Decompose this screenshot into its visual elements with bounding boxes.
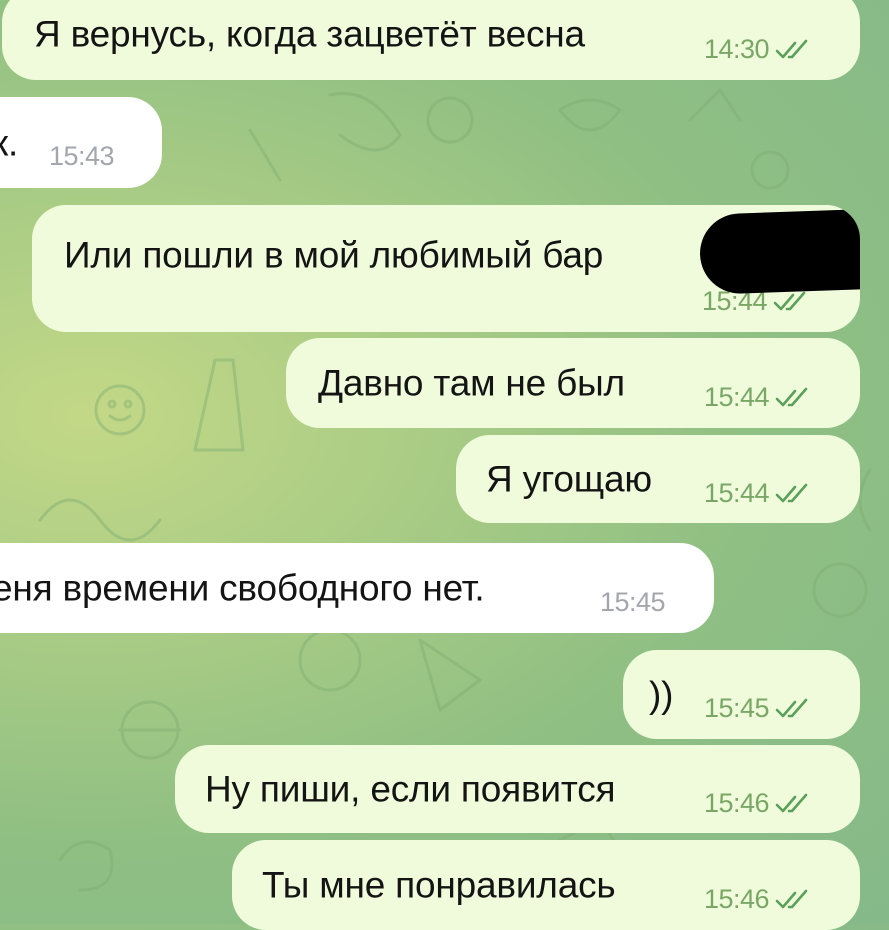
message-text: Давно там не был: [318, 362, 625, 404]
message-time: 15:44: [704, 478, 770, 508]
message-text: Я вернусь, когда зацветёт весна: [34, 13, 585, 55]
message-time: 14:30: [704, 34, 770, 64]
message-time: 15:45: [600, 587, 666, 617]
message-text: )): [649, 674, 674, 715]
message-text: к.: [0, 122, 19, 163]
message-meta: 15:45: [600, 587, 666, 617]
double-check-icon: [773, 291, 811, 313]
message-meta: 15:45: [704, 695, 813, 722]
message-bubble-outgoing[interactable]: Я угощаю 15:44: [456, 435, 860, 523]
message-time: 15:46: [704, 788, 770, 818]
message-time: 15:46: [704, 884, 770, 914]
message-list[interactable]: Я вернусь, когда зацветёт весна 14:30 к.…: [0, 0, 889, 930]
redaction-mark: [698, 207, 860, 295]
message-bubble-outgoing[interactable]: )) 15:45: [623, 650, 860, 739]
message-time: 15:43: [49, 141, 115, 171]
message-text: Я угощаю: [486, 458, 652, 500]
message-bubble-incoming[interactable]: к. 15:43: [0, 97, 162, 188]
message-bubble-outgoing[interactable]: Я вернусь, когда зацветёт весна 14:30: [2, 0, 860, 80]
message-text: Ты мне понравилась: [262, 864, 616, 906]
message-bubble-outgoing[interactable]: Ну пиши, если появится 15:46: [175, 745, 860, 833]
message-time: 15:45: [704, 693, 770, 723]
message-meta: 15:46: [704, 886, 813, 913]
double-check-icon: [775, 483, 813, 505]
message-meta: 15:44: [704, 480, 813, 507]
double-check-icon: [775, 39, 813, 61]
double-check-icon: [775, 889, 813, 911]
message-meta: 15:43: [49, 141, 115, 171]
message-text: еня времени свободного нет.: [0, 567, 485, 609]
message-meta: 15:46: [704, 790, 813, 817]
message-text: Ну пиши, если появится: [205, 768, 616, 810]
message-bubble-outgoing[interactable]: Давно там не был 15:44: [286, 338, 860, 428]
message-bubble-outgoing[interactable]: Или пошли в мой любимый бар 15:44: [32, 205, 860, 332]
message-bubble-incoming[interactable]: еня времени свободного нет. 15:45: [0, 543, 714, 633]
double-check-icon: [775, 698, 813, 720]
message-text: Или пошли в мой любимый бар: [64, 234, 604, 276]
message-time: 15:44: [704, 382, 770, 412]
double-check-icon: [775, 793, 813, 815]
message-meta: 14:30: [704, 36, 813, 63]
double-check-icon: [775, 387, 813, 409]
message-bubble-outgoing[interactable]: Ты мне понравилась 15:46: [232, 840, 860, 930]
message-meta: 15:44: [704, 384, 813, 411]
